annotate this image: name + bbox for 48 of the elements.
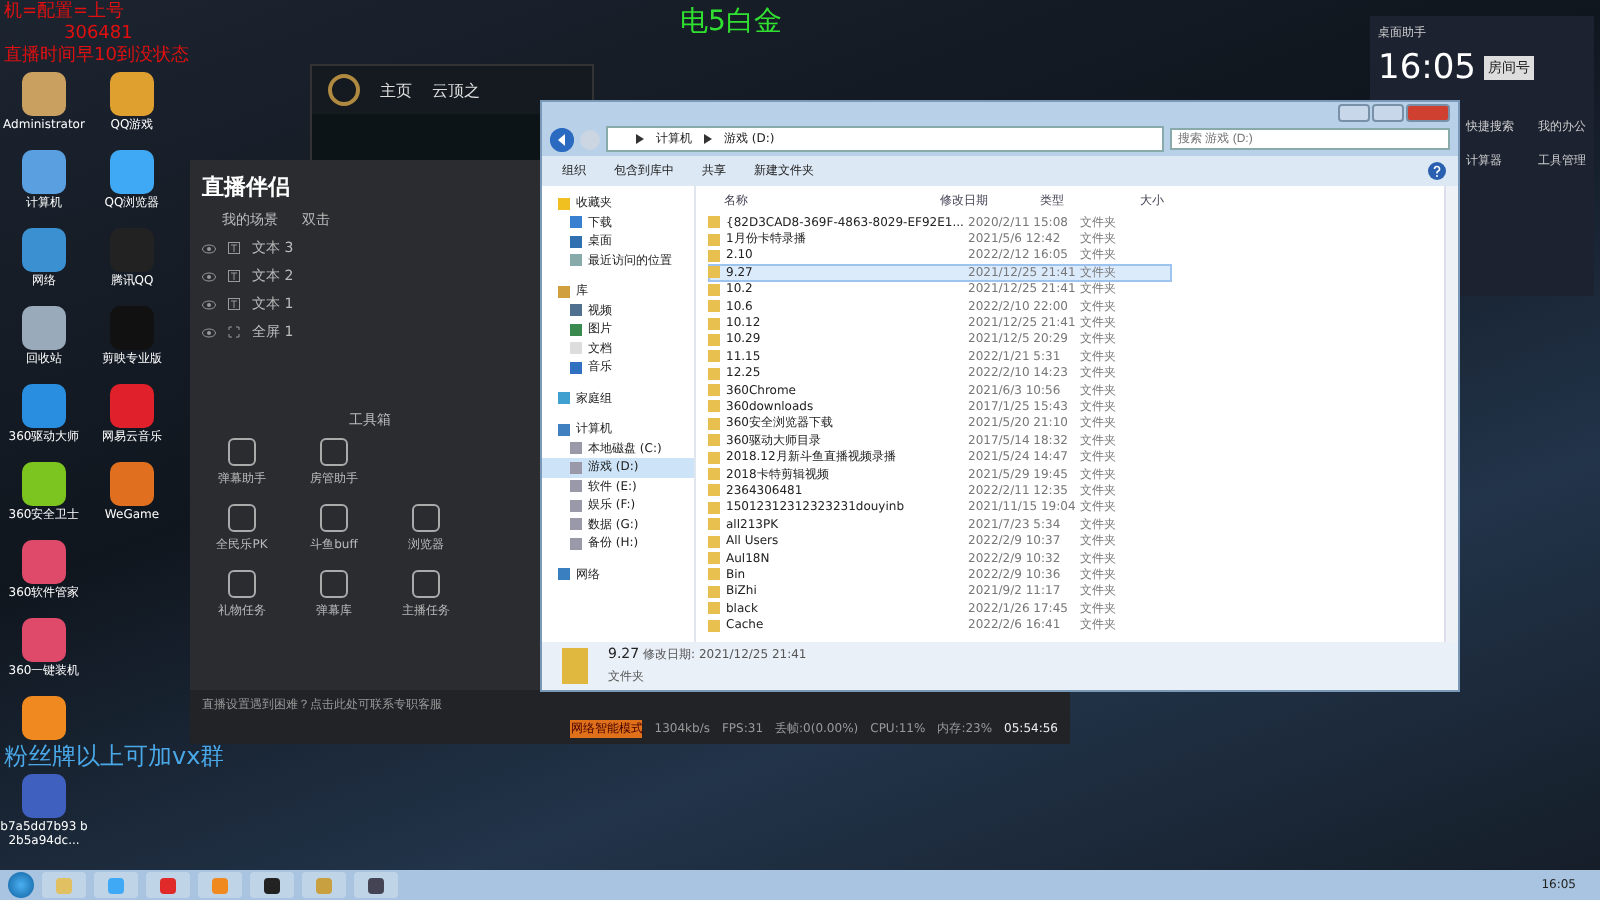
app-icon[interactable] xyxy=(22,306,66,350)
app-icon[interactable] xyxy=(22,462,66,506)
nav-tab[interactable]: 主页 xyxy=(380,79,412,101)
app-icon[interactable] xyxy=(22,618,66,662)
app-icon[interactable] xyxy=(22,540,66,584)
eye-icon[interactable] xyxy=(202,299,216,309)
app-icon[interactable] xyxy=(22,228,66,272)
tool-icon[interactable] xyxy=(228,504,256,532)
scrollbar[interactable] xyxy=(1444,186,1458,642)
text-box-icon xyxy=(228,270,240,282)
back-button[interactable] xyxy=(550,127,574,151)
logo-icon xyxy=(328,74,360,106)
taskbar-app-icon[interactable] xyxy=(250,872,294,898)
app-icon[interactable] xyxy=(110,462,154,506)
eye-icon[interactable] xyxy=(202,243,216,253)
chevron-icon xyxy=(704,134,712,144)
help-icon[interactable] xyxy=(1428,162,1446,180)
app-icon[interactable] xyxy=(110,150,154,194)
app-icon[interactable] xyxy=(22,384,66,428)
tool-icon[interactable] xyxy=(320,504,348,532)
tool-icon[interactable] xyxy=(412,504,440,532)
tool-icon[interactable] xyxy=(228,570,256,598)
tool-icon[interactable] xyxy=(228,438,256,466)
overlay-text: 306481 xyxy=(62,24,133,45)
app-title: 直播伴侣 xyxy=(202,172,292,202)
overlay-text: 机=配置=上号 xyxy=(4,2,125,24)
nav-tab[interactable]: 云顶之 xyxy=(432,79,480,101)
overlay-text: 直播时间早10到没状态 xyxy=(4,46,189,68)
text-box-icon xyxy=(228,298,240,310)
app-icon[interactable] xyxy=(22,696,66,740)
overlay-title: 电5白金 xyxy=(680,4,782,40)
tool-icon[interactable] xyxy=(412,570,440,598)
app-icon[interactable] xyxy=(110,72,154,116)
overlay-text: 粉丝牌以上可加vx群 xyxy=(4,740,225,774)
start-button[interactable] xyxy=(8,872,34,898)
tool-icon[interactable] xyxy=(320,570,348,598)
eye-icon[interactable] xyxy=(202,271,216,281)
taskbar-app-icon[interactable] xyxy=(354,872,398,898)
app-icon[interactable] xyxy=(22,72,66,116)
eye-icon[interactable] xyxy=(202,327,216,337)
folder-icon xyxy=(562,648,588,684)
tool-icon[interactable] xyxy=(320,438,348,466)
clock-text: 16:05 xyxy=(1378,48,1476,88)
app-icon[interactable] xyxy=(22,150,66,194)
frame-icon xyxy=(228,326,240,338)
text-box-icon xyxy=(228,242,240,254)
chevron-icon xyxy=(636,134,644,144)
app-icon[interactable] xyxy=(110,384,154,428)
